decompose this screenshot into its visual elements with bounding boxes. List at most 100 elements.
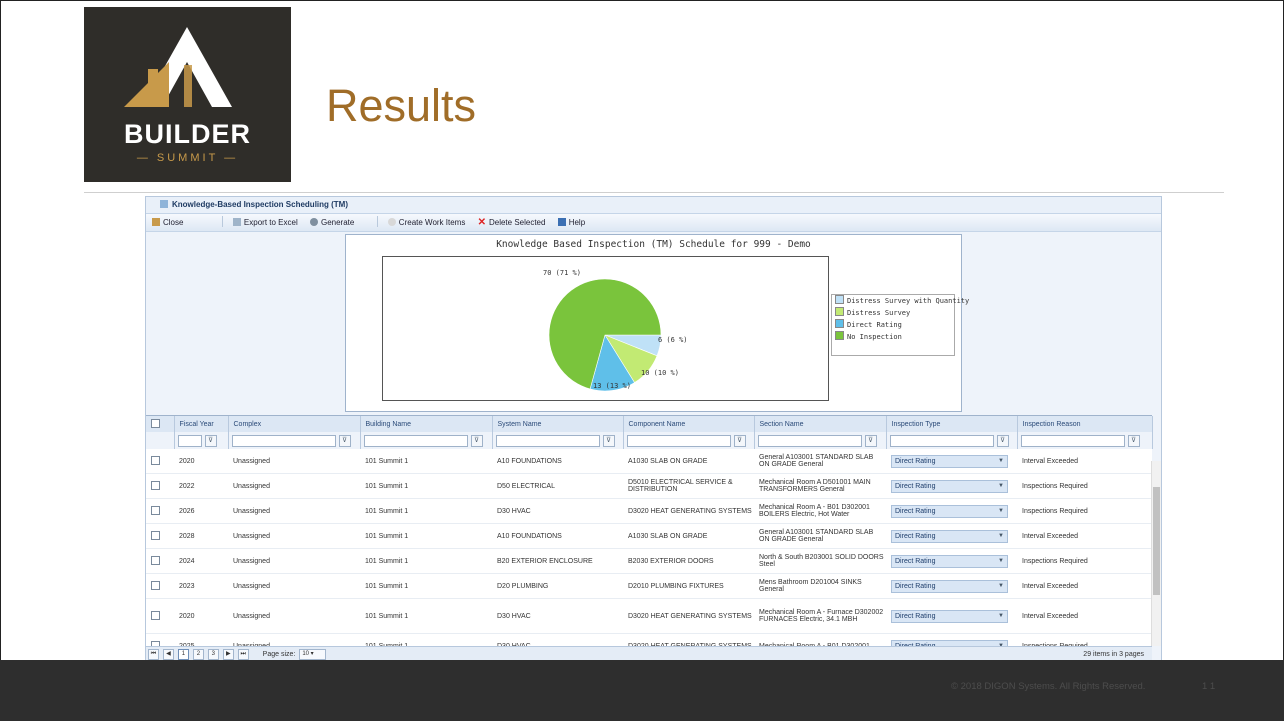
filter-input[interactable] bbox=[1020, 434, 1125, 447]
filter-input[interactable] bbox=[757, 434, 862, 447]
row-checkbox[interactable] bbox=[151, 555, 160, 565]
page-button[interactable]: 2 bbox=[192, 648, 204, 660]
delete-x-icon: ✕ bbox=[477, 217, 486, 228]
legend-swatch bbox=[835, 307, 844, 316]
last-page-button[interactable]: ⏭ bbox=[237, 648, 249, 660]
filter-cell: ⊽ bbox=[360, 432, 493, 449]
export-excel-button[interactable]: Export to Excel bbox=[232, 214, 298, 231]
close-button[interactable]: Close bbox=[152, 214, 183, 231]
cell-building: 101 Summit 1 bbox=[360, 473, 492, 499]
scrollbar-thumb[interactable] bbox=[1153, 487, 1160, 595]
inspection-type-dropdown[interactable]: Direct Rating▼ bbox=[891, 529, 1008, 543]
row-checkbox[interactable] bbox=[151, 505, 160, 515]
cell-component: A1030 SLAB ON GRADE bbox=[623, 449, 754, 474]
cell-complex: Unassigned bbox=[228, 449, 360, 474]
help-button[interactable]: Help bbox=[557, 214, 585, 231]
filter-icon[interactable]: ⊽ bbox=[602, 434, 615, 447]
inspection-type-dropdown[interactable]: Direct Rating▼ bbox=[891, 609, 1008, 623]
row-checkbox[interactable] bbox=[151, 480, 160, 490]
inspection-type-dropdown[interactable]: Direct Rating▼ bbox=[891, 579, 1008, 593]
toolbar-separator bbox=[221, 216, 223, 227]
filter-input[interactable] bbox=[495, 434, 600, 447]
filter-icon[interactable]: ⊽ bbox=[204, 434, 217, 447]
cell-complex: Unassigned bbox=[228, 523, 360, 549]
table-row[interactable]: 2024 Unassigned 101 Summit 1 B20 EXTERIO… bbox=[146, 548, 1152, 574]
slide-page-number: 1 1 bbox=[1202, 681, 1216, 692]
inspection-type-dropdown[interactable]: Direct Rating▼ bbox=[891, 479, 1008, 493]
filter-input[interactable] bbox=[626, 434, 731, 447]
cell-section: Mechanical Room A D501001 MAIN TRANSFORM… bbox=[754, 473, 886, 499]
filter-icon[interactable]: ⊽ bbox=[733, 434, 746, 447]
row-checkbox[interactable] bbox=[151, 580, 160, 590]
help-icon bbox=[557, 218, 566, 226]
legend-item: Distress Survey with Quantity bbox=[832, 295, 969, 307]
cell-reason: Inspections Required bbox=[1017, 498, 1152, 524]
column-header[interactable]: Building Name bbox=[360, 416, 493, 432]
inspection-type-dropdown[interactable]: Direct Rating▼ bbox=[891, 454, 1008, 468]
create-work-items-button[interactable]: Create Work Items bbox=[387, 214, 465, 231]
cell-system: D20 PLUMBING bbox=[492, 573, 623, 599]
column-header[interactable]: Complex bbox=[228, 416, 361, 432]
inspection-type-dropdown[interactable]: Direct Rating▼ bbox=[891, 504, 1008, 518]
filter-icon[interactable]: ⊽ bbox=[338, 434, 351, 447]
slide-footer: © 2018 DIGON Systems. All Rights Reserve… bbox=[0, 660, 1284, 721]
table-row[interactable]: 2026 Unassigned 101 Summit 1 D30 HVAC D3… bbox=[146, 498, 1152, 524]
column-header[interactable]: Component Name bbox=[623, 416, 755, 432]
window-title: Knowledge-Based Inspection Scheduling (T… bbox=[172, 200, 349, 209]
prev-page-button[interactable]: ◀ bbox=[162, 648, 174, 660]
generate-button[interactable]: Generate bbox=[309, 214, 354, 231]
page-button[interactable]: 3 bbox=[207, 648, 219, 660]
cell-complex: Unassigned bbox=[228, 498, 360, 524]
cell-reason: Interval Exceeded bbox=[1017, 523, 1152, 549]
filter-input[interactable] bbox=[889, 434, 994, 447]
column-header[interactable]: Section Name bbox=[754, 416, 887, 432]
legend-swatch bbox=[835, 319, 844, 328]
cell-complex: Unassigned bbox=[228, 573, 360, 599]
filter-icon[interactable]: ⊽ bbox=[470, 434, 483, 447]
cell-component: D3020 HEAT GENERATING SYSTEMS bbox=[623, 598, 754, 634]
column-header[interactable]: Inspection Reason bbox=[1017, 416, 1153, 432]
filter-input[interactable] bbox=[177, 434, 202, 447]
filter-icon[interactable]: ⊽ bbox=[1127, 434, 1140, 447]
filter-icon[interactable]: ⊽ bbox=[996, 434, 1009, 447]
filter-icon[interactable]: ⊽ bbox=[864, 434, 877, 447]
cell-component: D5010 ELECTRICAL SERVICE & DISTRIBUTION bbox=[623, 473, 754, 499]
filter-input[interactable] bbox=[231, 434, 336, 447]
logo-subtitle: — SUMMIT — bbox=[136, 152, 239, 164]
page-button[interactable]: 1 bbox=[177, 648, 189, 660]
logo-word: BUILDER bbox=[124, 119, 251, 149]
table-row[interactable]: 2028 Unassigned 101 Summit 1 A10 FOUNDAT… bbox=[146, 523, 1152, 549]
excel-icon bbox=[232, 218, 241, 226]
table-row[interactable]: 2020 Unassigned 101 Summit 1 D30 HVAC D3… bbox=[146, 598, 1152, 634]
cell-reason: Interval Exceeded bbox=[1017, 573, 1152, 599]
chevron-down-icon: ▼ bbox=[998, 532, 1004, 539]
column-header[interactable]: Fiscal Year bbox=[174, 416, 229, 432]
table-row[interactable]: 2023 Unassigned 101 Summit 1 D20 PLUMBIN… bbox=[146, 573, 1152, 599]
next-page-button[interactable]: ▶ bbox=[222, 648, 234, 660]
filter-cell: ⊽ bbox=[623, 432, 755, 449]
column-header[interactable]: System Name bbox=[492, 416, 624, 432]
table-row[interactable]: 2020 Unassigned 101 Summit 1 A10 FOUNDAT… bbox=[146, 449, 1152, 474]
cell-component: A1030 SLAB ON GRADE bbox=[623, 523, 754, 549]
chevron-down-icon: ▼ bbox=[998, 582, 1004, 589]
row-checkbox[interactable] bbox=[151, 455, 160, 465]
table-row[interactable]: 2022 Unassigned 101 Summit 1 D50 ELECTRI… bbox=[146, 473, 1152, 499]
page-size-select[interactable]: 10 ▾ bbox=[299, 648, 327, 660]
inspection-type-dropdown[interactable]: Direct Rating▼ bbox=[891, 554, 1008, 568]
cell-section: Mens Bathroom D201004 SINKS General bbox=[754, 573, 886, 599]
delete-selected-button[interactable]: ✕ Delete Selected bbox=[478, 214, 546, 231]
row-checkbox[interactable] bbox=[151, 530, 160, 540]
column-header[interactable]: Inspection Type bbox=[886, 416, 1018, 432]
legend-swatch bbox=[835, 331, 844, 340]
select-all-checkbox[interactable] bbox=[151, 418, 160, 428]
row-checkbox[interactable] bbox=[151, 610, 160, 620]
builder-summit-logo: BUILDER — SUMMIT — bbox=[84, 7, 291, 182]
window-icon bbox=[160, 200, 168, 208]
chart-title: Knowledge Based Inspection (TM) Schedule… bbox=[496, 239, 811, 250]
first-page-button[interactable]: ⏮ bbox=[148, 648, 159, 660]
select-all-header[interactable] bbox=[146, 416, 175, 432]
legend-item: Direct Rating bbox=[832, 319, 954, 331]
cell-component: D3020 HEAT GENERATING SYSTEMS bbox=[623, 498, 754, 524]
filter-input[interactable] bbox=[363, 434, 468, 447]
grid-scrollbar[interactable] bbox=[1151, 461, 1161, 646]
